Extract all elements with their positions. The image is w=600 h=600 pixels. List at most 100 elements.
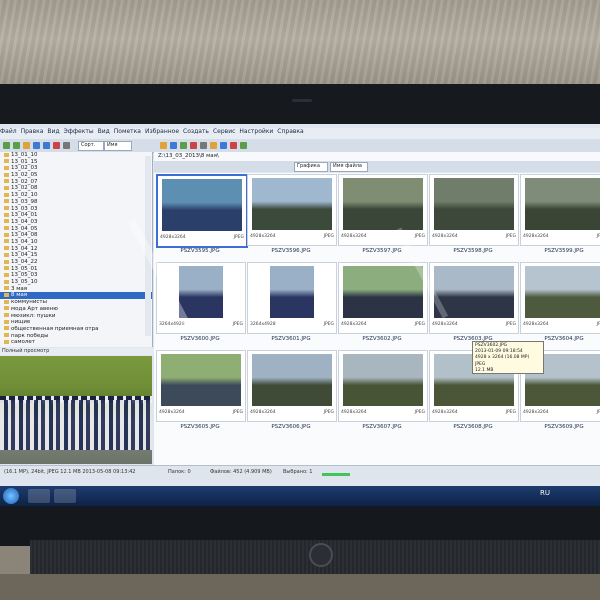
folder-item[interactable]: 13_02_05 [0, 172, 152, 179]
folder-icon [4, 179, 9, 184]
folder-item[interactable]: 13_02_10 [0, 192, 152, 199]
menu-item[interactable]: Настройки [239, 128, 273, 135]
menu-item[interactable]: Правка [21, 128, 44, 135]
tool-icon[interactable] [160, 142, 167, 149]
folder-item[interactable]: нищие [0, 319, 152, 326]
folder-item[interactable]: общественная приемная отра [0, 326, 152, 333]
folder-item[interactable]: 8 мая [0, 292, 152, 300]
menu-item[interactable]: Избранное [145, 128, 179, 135]
thumbnail[interactable]: 4928x3264 JPEG PSZV3605.JPG [156, 350, 246, 436]
folder-item[interactable]: 13_04_22 [0, 259, 152, 266]
thumbnail-image [434, 178, 514, 230]
menu-item[interactable]: Эффекты [64, 128, 94, 135]
folder-label: мода Арт авеню [11, 305, 58, 312]
menu-item[interactable]: Создать [183, 128, 209, 135]
language-indicator[interactable]: RU [540, 489, 550, 497]
folder-icon [4, 172, 9, 177]
tool-icon[interactable] [170, 142, 177, 149]
folder-label: 13_05_01 [11, 265, 38, 272]
back-icon[interactable] [3, 142, 10, 149]
folder-item[interactable]: 13_04_10 [0, 239, 152, 246]
folder-item[interactable]: 13_05_03 [0, 272, 152, 279]
folder-item[interactable]: 13_04_08 [0, 232, 152, 239]
thumbnail-frame: 4928x3264 JPEG [429, 262, 519, 334]
thumbnail[interactable]: 4928x3264 JPEG PSZV3602.JPG [338, 262, 428, 348]
thumbnail-name: PSZV3607.JPG [362, 424, 402, 430]
thumbnail[interactable]: 4928x3264 JPEG PSZV3597.JPG [338, 174, 428, 260]
tool-icon[interactable] [220, 142, 227, 149]
sort-combo[interactable]: Сорт. [78, 141, 104, 151]
delete-icon[interactable] [53, 142, 60, 149]
thumbnail-image [525, 178, 600, 230]
tool-icon[interactable] [240, 142, 247, 149]
folder-item[interactable]: 13_01_15 [0, 159, 152, 166]
tool-icon[interactable] [230, 142, 237, 149]
menu-item[interactable]: Пометка [114, 128, 141, 135]
menu-item[interactable]: Вид [98, 128, 110, 135]
file-tooltip: PSZV3602.JPG 2013-01-09 09:18:54 4928 x 32… [472, 341, 544, 374]
thumbnail[interactable]: 4928x3264 JPEG PSZV3606.JPG [247, 350, 337, 436]
folder-item[interactable]: 13_02_07 [0, 179, 152, 186]
folder-icon [4, 299, 9, 304]
view-combo[interactable]: Графика [294, 162, 328, 172]
menu-item[interactable]: Вид [47, 128, 59, 135]
thumbnail-format: JPEG [414, 410, 425, 415]
tool-icon[interactable] [190, 142, 197, 149]
filter-combo[interactable]: Имя файла [330, 162, 368, 172]
folder-item[interactable]: парк победы [0, 333, 152, 340]
thumbnail[interactable]: 4928x3264 JPEG PSZV3598.JPG [429, 174, 519, 260]
thumbnail[interactable]: 4928x3264 JPEG PSZV3599.JPG [520, 174, 600, 260]
sort-value-combo[interactable]: Имя [104, 141, 132, 151]
folder-item[interactable]: 13_04_12 [0, 246, 152, 253]
folder-label: общественная приемная отра [11, 325, 99, 332]
folder-item[interactable]: коммунисты [0, 299, 152, 306]
thumbnail[interactable]: 3264x4928 JPEG PSZV3601.JPG [247, 262, 337, 348]
view-icon[interactable] [33, 142, 40, 149]
status-file-info: (16.1 MP), 24bit, JPEG 12.1 MB 2013-05-0… [4, 469, 136, 475]
thumbnail-frame: 4928x3264 JPEG [156, 174, 248, 248]
menu-item[interactable]: Справка [277, 128, 303, 135]
tool-icon[interactable] [200, 142, 207, 149]
tool-icon[interactable] [180, 142, 187, 149]
folder-item[interactable]: самолет [0, 339, 152, 346]
folder-item[interactable]: 13_01_10 [0, 152, 152, 159]
thumbnail-image [434, 266, 514, 318]
forward-icon[interactable] [13, 142, 20, 149]
folder-item[interactable]: 13_02_03 [0, 165, 152, 172]
thumbnail[interactable]: 4928x3264 JPEG PSZV3595.JPG [156, 174, 248, 260]
folder-icon[interactable] [23, 142, 30, 149]
thumbnail-dimensions: 4928x3264 [160, 235, 186, 240]
thumbnail[interactable]: 4928x3264 JPEG PSZV3607.JPG [338, 350, 428, 436]
thumbnail[interactable]: 4928x3264 JPEG PSZV3596.JPG [247, 174, 337, 260]
folder-item[interactable]: мода Арт авеню [0, 306, 152, 313]
folder-item[interactable]: 13_04_01 [0, 212, 152, 219]
start-button[interactable] [3, 488, 19, 504]
thumbnail[interactable]: 4928x3264JPEGPSZV3604.JPG [520, 262, 600, 348]
thumbnail[interactable]: 3264x4928 JPEG PSZV3600.JPG [156, 262, 246, 348]
menu-item[interactable]: Файл [0, 128, 17, 135]
taskbar-explorer-icon[interactable] [28, 489, 50, 503]
folder-item[interactable]: 13_02_08 [0, 185, 152, 192]
folder-item[interactable]: 13_05_01 [0, 266, 152, 273]
folder-item[interactable]: 13_04_15 [0, 252, 152, 259]
zoom-icon[interactable] [43, 142, 50, 149]
folder-item[interactable]: 13_05_10 [0, 279, 152, 286]
folder-item[interactable]: 13_03_98 [0, 199, 152, 206]
folder-item[interactable]: мюзикл: пушки [0, 313, 152, 320]
folder-icon [4, 232, 9, 237]
thumbnail-name: PSZV3595.JPG [180, 248, 220, 254]
thumbnail-dimensions: 4928x3264 [341, 234, 367, 239]
folder-item[interactable]: 3 мая [0, 286, 152, 293]
thumbnail-format: JPEG [232, 322, 243, 327]
taskbar-app-icon[interactable] [54, 489, 76, 503]
folder-icon [4, 319, 9, 324]
path-bar[interactable]: Z:\13_03_2013\8 мая\ [154, 152, 600, 161]
folder-label: 8 мая [11, 292, 28, 299]
folder-icon [4, 326, 9, 331]
settings-icon[interactable] [63, 142, 70, 149]
menu-item[interactable]: Сервис [213, 128, 235, 135]
folder-item[interactable]: 13_03_03 [0, 206, 152, 213]
folder-icon [4, 252, 9, 257]
folder-item[interactable]: 13_04_05 [0, 226, 152, 233]
tool-icon[interactable] [210, 142, 217, 149]
